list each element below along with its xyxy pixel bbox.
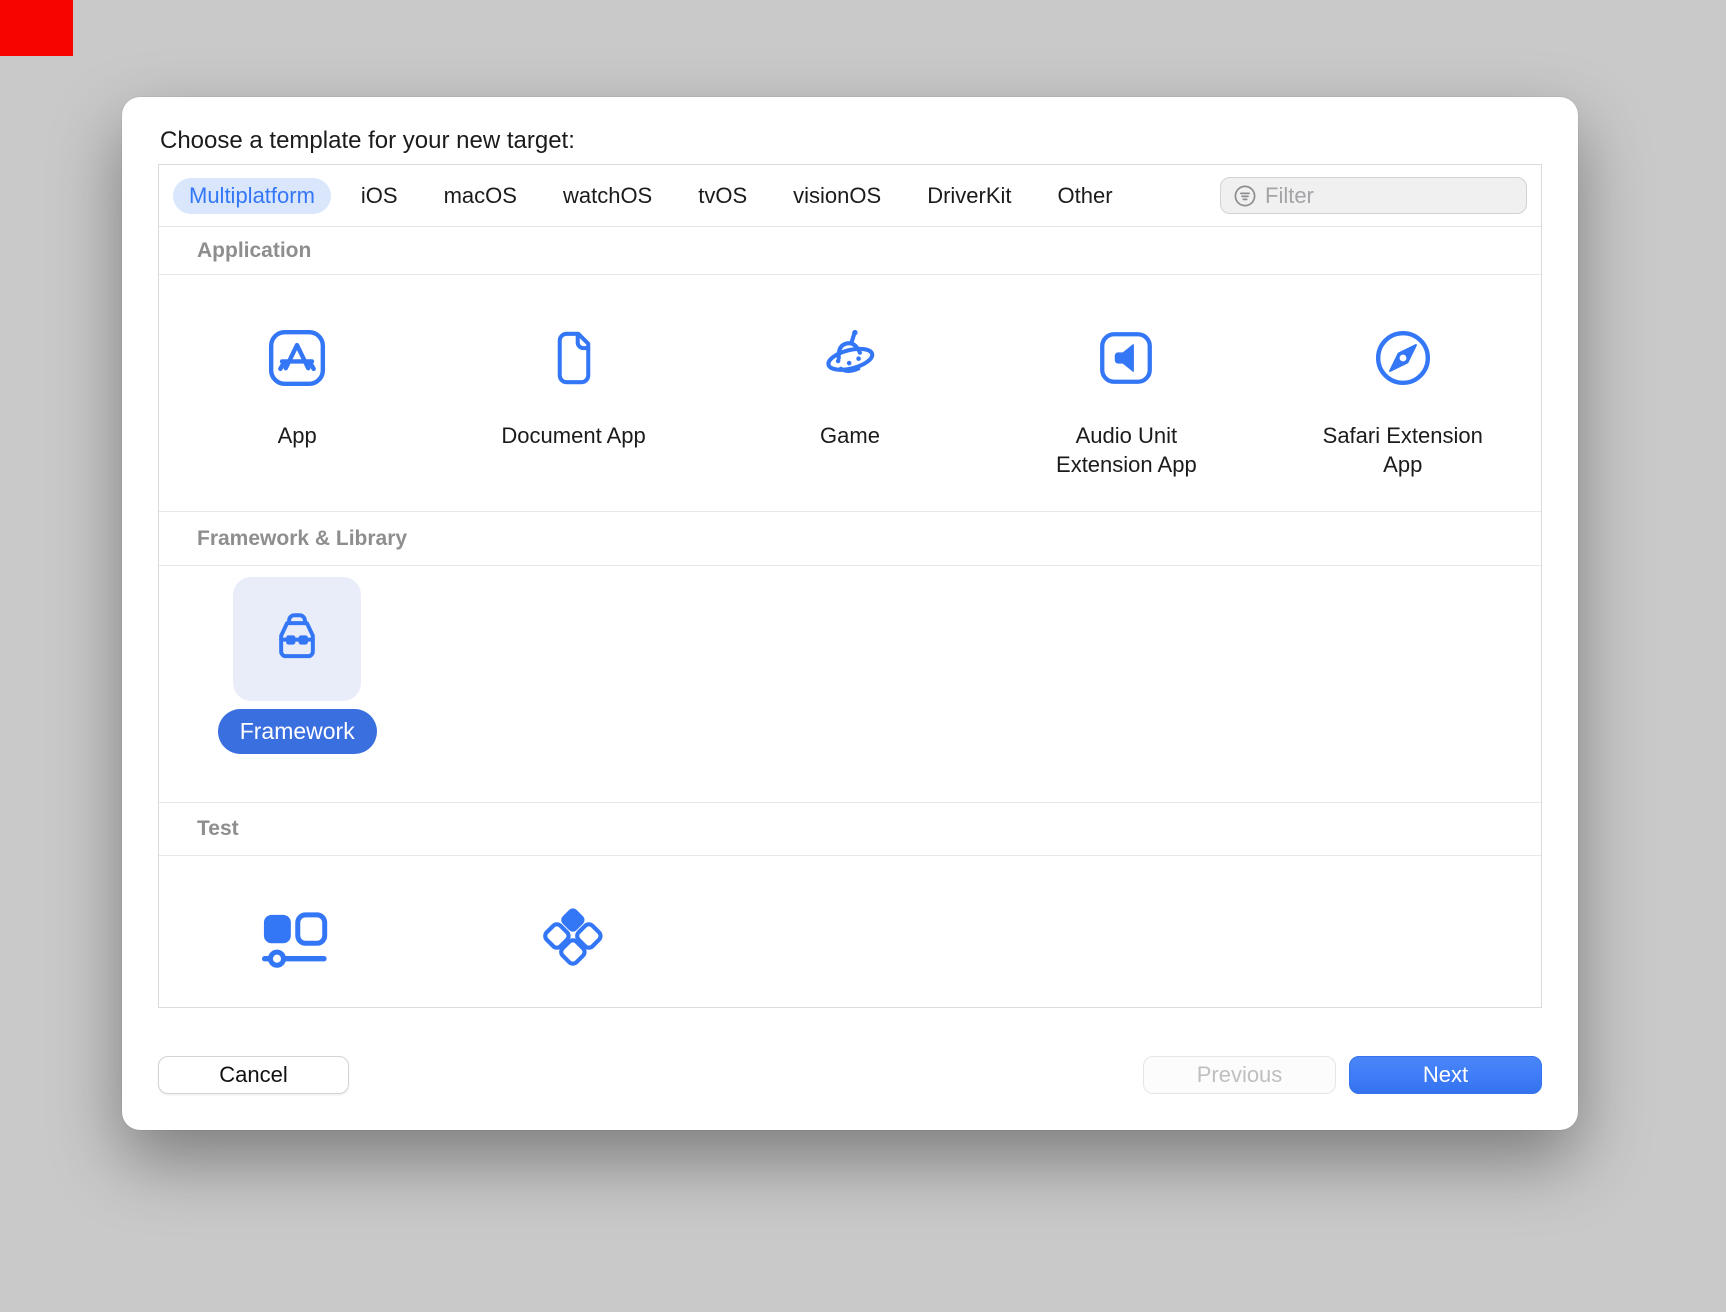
toolbox-icon <box>261 606 333 672</box>
section-header-framework-library: Framework & Library <box>159 511 1541 566</box>
template-chooser: Multiplatform iOS macOS watchOS tvOS visionOS… <box>158 164 1542 1008</box>
filter-field[interactable] <box>1220 177 1527 214</box>
tab-ios[interactable]: iOS <box>345 178 414 214</box>
section-items-1: Framework <box>159 566 1541 802</box>
template-unit-testing-bundle[interactable] <box>435 892 711 980</box>
template-document-app-tile <box>510 303 638 413</box>
template-game-tile <box>786 303 914 413</box>
template-game-label: Game <box>820 421 880 450</box>
template-audio-unit-extension-app-tile <box>1062 303 1190 413</box>
dialog-buttons: Cancel Previous Next <box>158 1056 1542 1094</box>
section-header-test: Test <box>159 802 1541 856</box>
template-document-app-label: Document App <box>501 421 645 450</box>
tab-visionos[interactable]: visionOS <box>777 178 897 214</box>
template-framework[interactable]: Framework <box>159 577 435 754</box>
section-items-0: App Document App Game Audio Unit Extensi… <box>159 275 1541 511</box>
template-audio-unit-extension-app-label: Audio Unit Extension App <box>1029 421 1224 479</box>
section-items-2 <box>159 856 1541 1006</box>
diamonds-testing-icon <box>542 894 606 978</box>
template-unit-testing-bundle-tile <box>510 892 638 980</box>
template-ui-testing-bundle-tile <box>233 892 361 980</box>
template-safari-extension-app[interactable]: Safari Extension App <box>1265 303 1541 479</box>
tab-multiplatform[interactable]: Multiplatform <box>173 178 331 214</box>
cancel-button[interactable]: Cancel <box>158 1056 349 1094</box>
previous-button[interactable]: Previous <box>1143 1056 1336 1094</box>
filter-input[interactable] <box>1265 183 1514 209</box>
template-framework-label: Framework <box>218 709 377 754</box>
template-audio-unit-extension-app[interactable]: Audio Unit Extension App <box>988 303 1264 479</box>
app-store-icon <box>263 324 331 392</box>
tab-tvos[interactable]: tvOS <box>682 178 763 214</box>
speaker-icon <box>1093 325 1159 391</box>
tab-macos[interactable]: macOS <box>428 178 533 214</box>
template-app-tile <box>233 303 361 413</box>
template-ui-testing-bundle[interactable] <box>159 892 435 980</box>
platform-tab-bar: Multiplatform iOS macOS watchOS tvOS visionOS… <box>159 165 1541 227</box>
template-document-app[interactable]: Document App <box>435 303 711 450</box>
platform-tabs: Multiplatform iOS macOS watchOS tvOS visionOS… <box>173 178 1129 214</box>
dialog-title: Choose a template for your new target: <box>158 118 1542 164</box>
tab-other[interactable]: Other <box>1042 178 1129 214</box>
template-game[interactable]: Game <box>712 303 988 450</box>
filter-icon <box>1233 184 1257 208</box>
safari-compass-icon <box>1369 324 1437 392</box>
document-icon <box>543 324 605 392</box>
template-safari-extension-app-label: Safari Extension App <box>1305 421 1500 479</box>
template-app-label: App <box>278 421 317 450</box>
red-indicator <box>0 0 73 56</box>
tab-watchos[interactable]: watchOS <box>547 178 668 214</box>
ui-testing-icon <box>258 911 336 971</box>
ufo-game-icon <box>812 324 888 392</box>
template-app[interactable]: App <box>159 303 435 450</box>
next-button[interactable]: Next <box>1349 1056 1542 1094</box>
tab-driverkit[interactable]: DriverKit <box>911 178 1027 214</box>
new-target-template-dialog: Choose a template for your new target: M… <box>122 97 1578 1130</box>
template-safari-extension-app-tile <box>1339 303 1467 413</box>
section-header-application: Application <box>159 227 1541 275</box>
template-framework-tile <box>233 577 361 701</box>
